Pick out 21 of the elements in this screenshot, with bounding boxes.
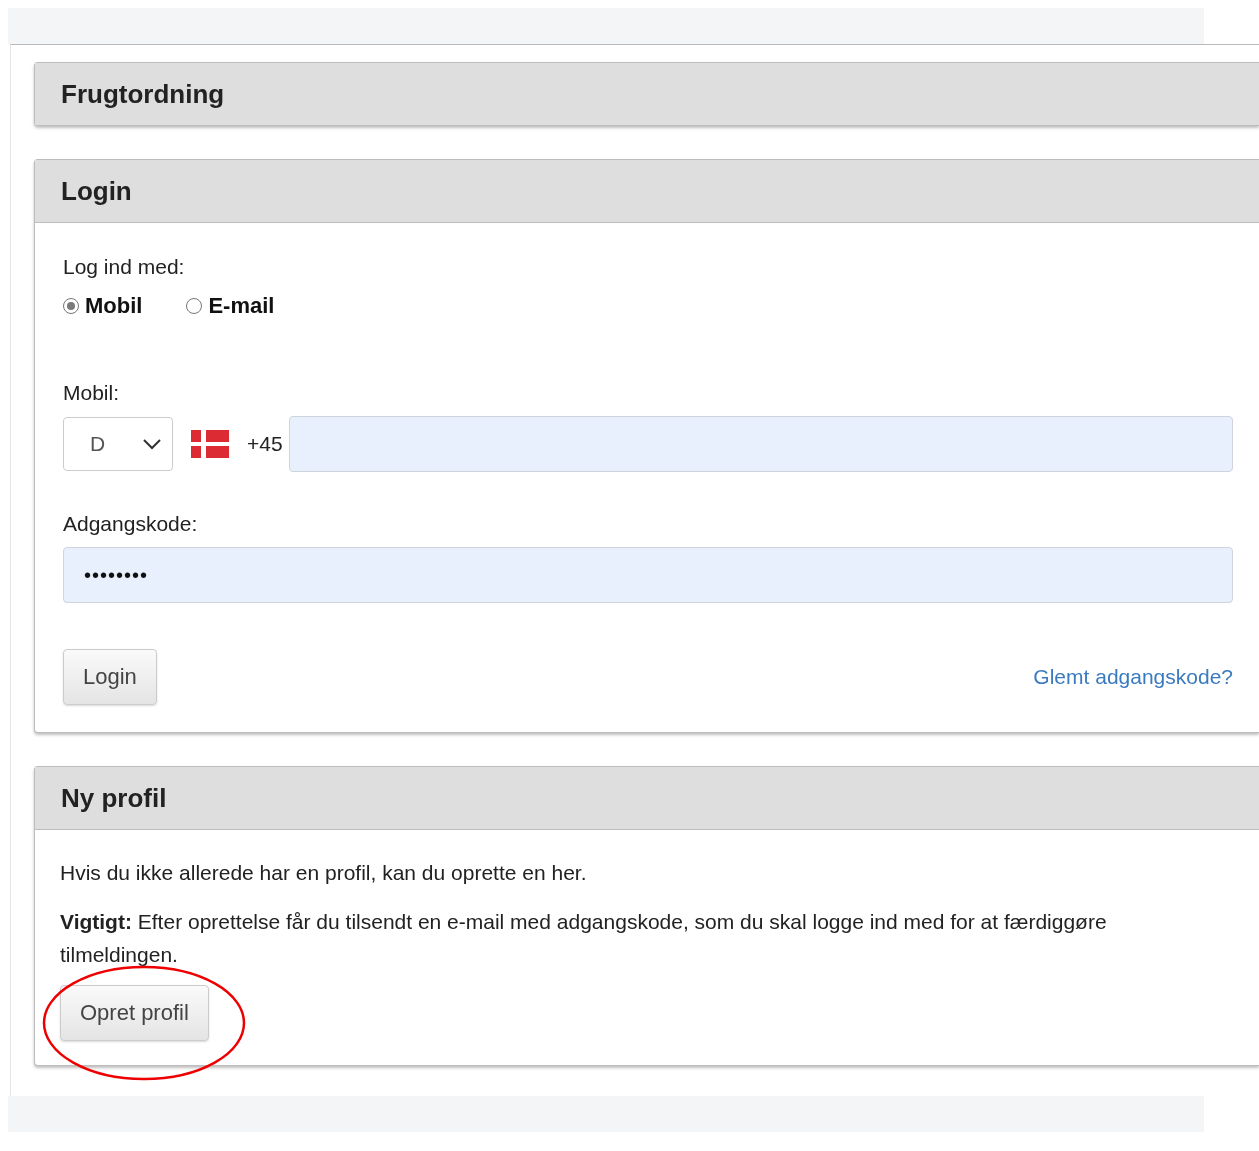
radio-button[interactable] — [63, 298, 79, 314]
panel-title: Login — [35, 160, 1259, 223]
dial-code: +45 — [247, 432, 283, 456]
password-input[interactable]: •••••••• — [63, 547, 1233, 603]
chevron-down-icon — [142, 438, 162, 450]
radio-button[interactable] — [186, 298, 203, 314]
field-label: Log ind med: — [63, 255, 186, 279]
field-label: Mobil: — [63, 381, 121, 405]
country-select[interactable]: D — [63, 417, 173, 471]
phone-input[interactable] — [288, 416, 1233, 472]
create-profile-button[interactable]: Opret profil — [60, 985, 209, 1041]
flag-icon — [191, 430, 229, 458]
radio-option[interactable]: E-mail — [186, 293, 275, 319]
forgot-password-link[interactable]: Glemt adgangskode? — [1033, 665, 1233, 689]
login-button[interactable]: Login — [63, 649, 157, 705]
notice-text: Vigtigt: Efter oprettelse får du tilsendt en e-mail med adgangskode, som du skal logge ind med for at færdiggøre tilmeldingen. — [60, 909, 1108, 968]
radio-option[interactable]: Mobil — [63, 293, 143, 319]
field-label: Adgangskode: — [63, 512, 199, 536]
intro-text: Hvis du ikke allerede har en profil, kan du oprette en her. — [60, 860, 588, 886]
panel-title: Frugtordning — [35, 63, 1259, 125]
panel-title: Ny profil — [35, 767, 1259, 830]
